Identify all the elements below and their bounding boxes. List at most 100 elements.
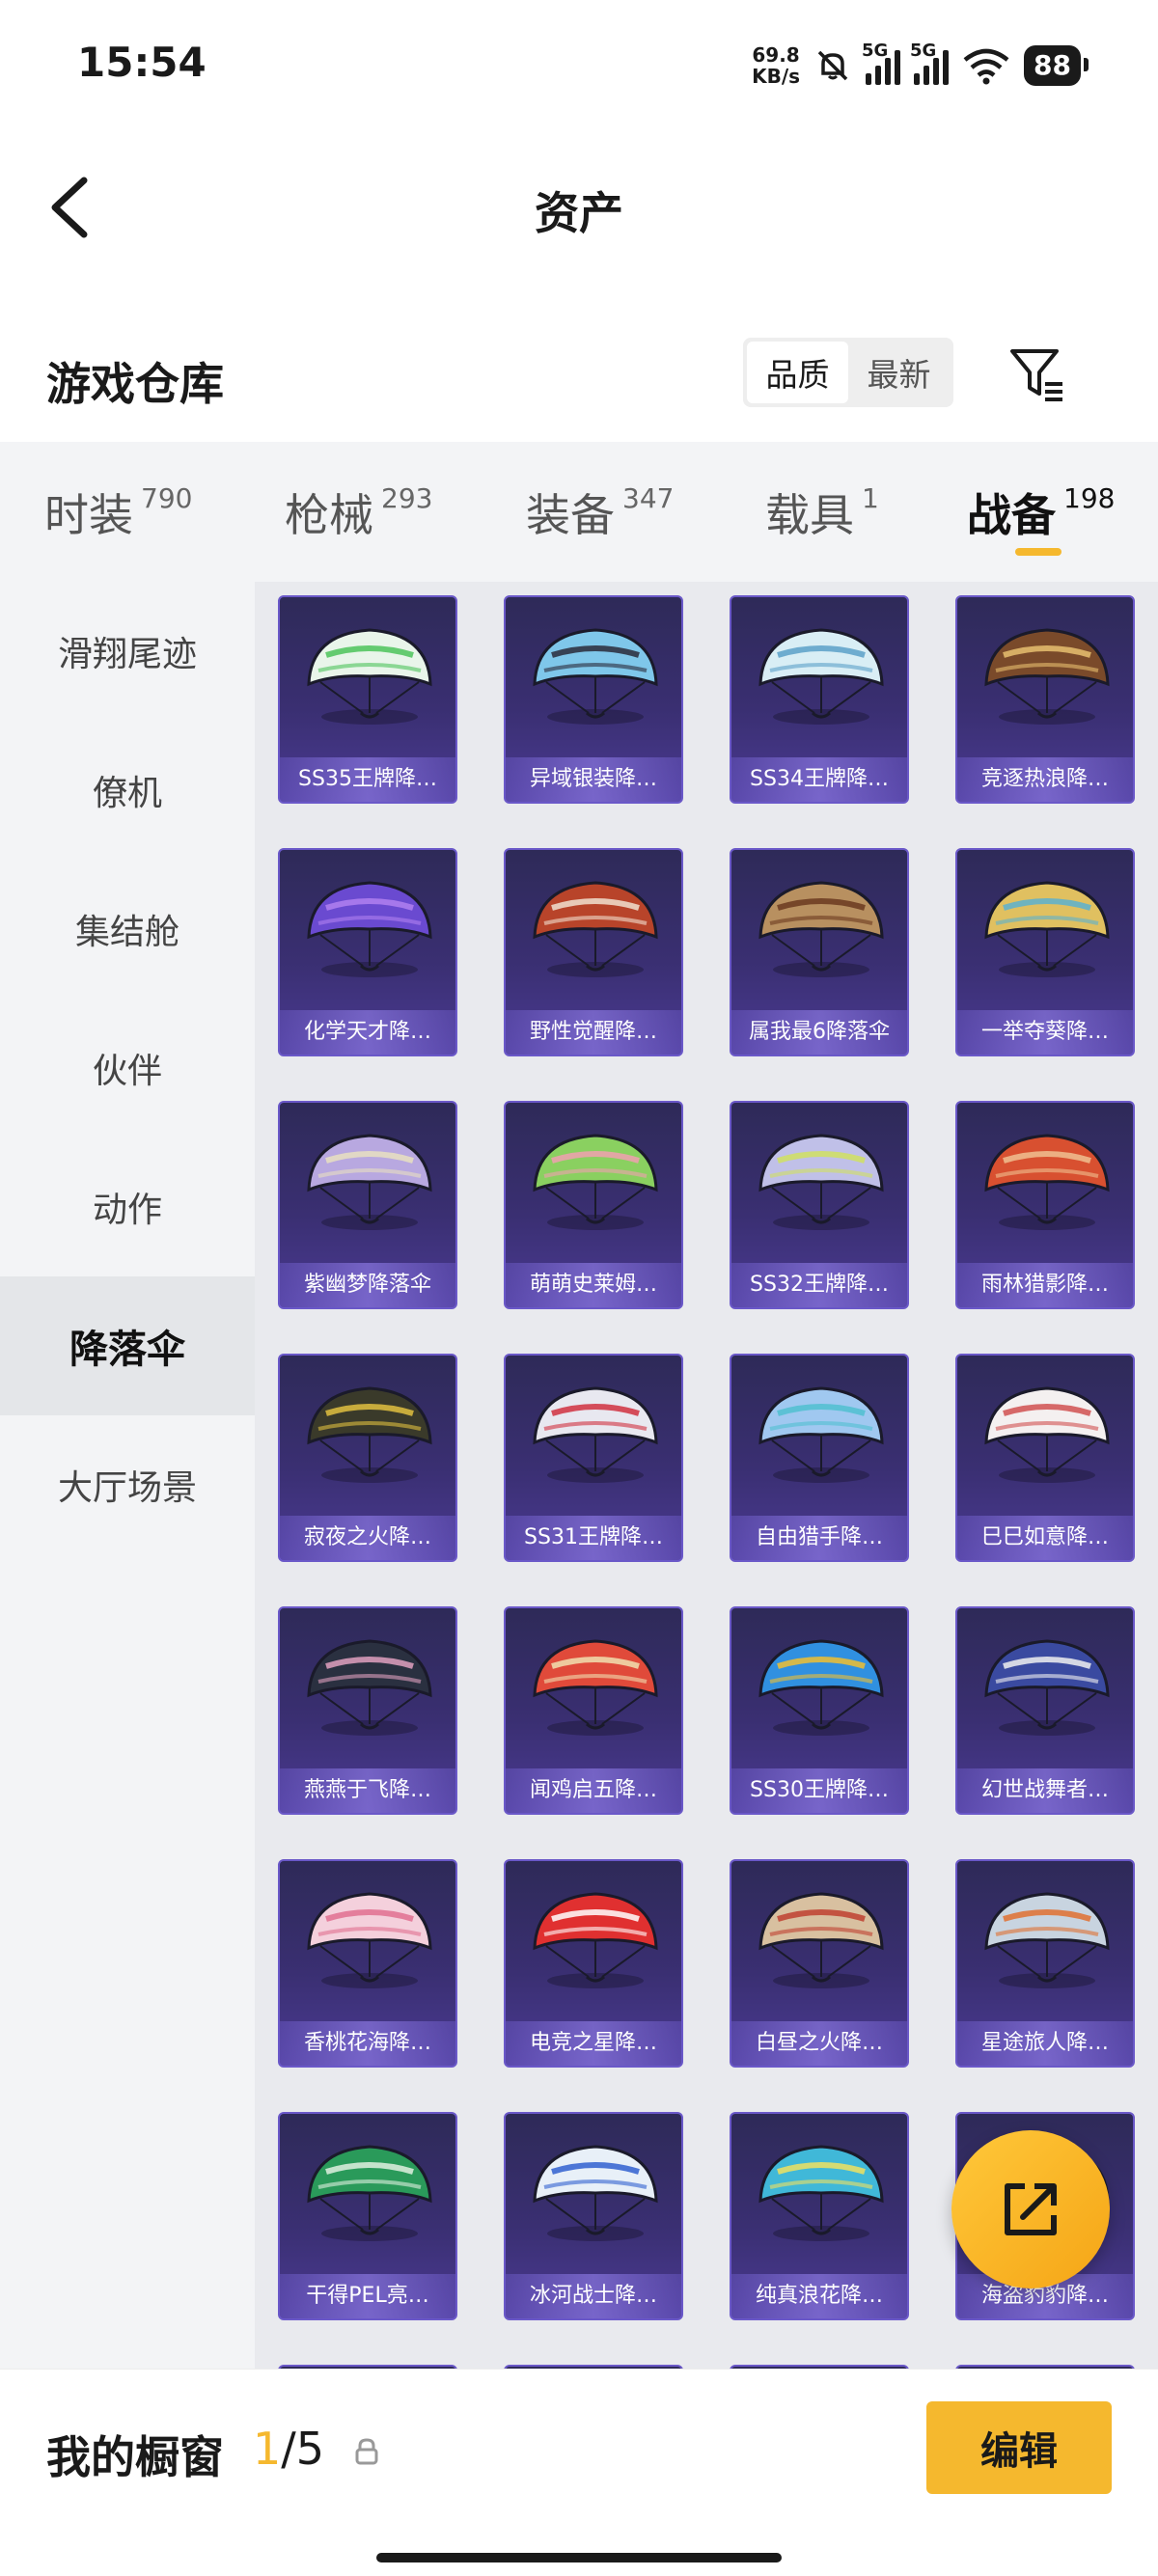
parachute-card[interactable]: 雨林猎影降… <box>955 1101 1135 1309</box>
parachute-icon <box>533 628 658 725</box>
wifi-icon <box>963 48 1009 85</box>
parachute-card[interactable]: 星途旅人降… <box>955 1859 1135 2068</box>
system-nav-bar <box>0 2523 1158 2576</box>
parachute-name: 野性觉醒降… <box>506 1010 681 1055</box>
tab-battle-gear[interactable]: 战备 198 <box>967 480 1115 544</box>
showcase-separator: / <box>281 2423 296 2475</box>
status-time: 15:54 <box>77 39 207 86</box>
parachute-card[interactable]: 紫幽梦降落伞 <box>278 1101 457 1309</box>
parachute-card[interactable]: 幻世战舞者… <box>955 1606 1135 1815</box>
parachute-card[interactable]: SS35王牌降… <box>278 595 457 804</box>
parachute-icon <box>758 1386 884 1483</box>
parachute-icon <box>984 628 1110 725</box>
parachute-card[interactable]: 燕燕于飞降… <box>278 1606 457 1815</box>
network-speed-unit: KB/s <box>752 65 801 88</box>
parachute-name: 星途旅人降… <box>957 2021 1133 2066</box>
parachute-icon <box>533 2145 658 2241</box>
parachute-icon <box>758 628 884 725</box>
parachute-card[interactable]: 属我最6降落伞 <box>730 848 909 1056</box>
parachute-card[interactable]: 闻鸡启五降… <box>504 1606 683 1815</box>
sidebar-item-lobby-scene[interactable]: 大厅场景 <box>0 1415 255 1554</box>
home-indicator[interactable] <box>376 2553 782 2562</box>
parachute-card[interactable]: SS32王牌降… <box>730 1101 909 1309</box>
parachute-icon <box>984 1386 1110 1483</box>
signal-icon-1: 5G <box>862 41 901 85</box>
signal-icon-2: 5G <box>910 41 950 85</box>
parachute-name: 属我最6降落伞 <box>731 1010 907 1055</box>
parachute-card[interactable]: 化学天才降… <box>278 848 457 1056</box>
parachute-name: 紫幽梦降落伞 <box>280 1263 455 1307</box>
parachute-card[interactable]: 异域银装降… <box>504 595 683 804</box>
share-fab-button[interactable] <box>951 2130 1110 2288</box>
page-title: 资产 <box>535 187 623 239</box>
parachute-card[interactable]: 一举夺葵降… <box>955 848 1135 1056</box>
tab-label: 装备 <box>526 489 615 541</box>
filter-button[interactable] <box>999 336 1076 413</box>
title-bar: 资产 <box>0 130 1158 289</box>
tab-count: 1 <box>862 482 879 514</box>
sidebar-item-glide-trail[interactable]: 滑翔尾迹 <box>0 582 255 721</box>
sidebar-item-assembly-pod[interactable]: 集结舱 <box>0 860 255 999</box>
external-link-icon <box>1005 2183 1057 2235</box>
parachute-card[interactable]: SS34王牌降… <box>730 595 909 804</box>
parachute-icon <box>758 1134 884 1230</box>
parachute-name: 巳巳如意降… <box>957 1516 1133 1560</box>
parachute-icon <box>758 2145 884 2241</box>
tab-vehicles[interactable]: 载具 1 <box>765 480 879 544</box>
parachute-card[interactable]: 白昼之火降… <box>730 1859 909 2068</box>
edit-button[interactable]: 编辑 <box>926 2401 1112 2494</box>
parachute-card[interactable]: 纯真浪花降… <box>730 2112 909 2320</box>
parachute-icon <box>984 881 1110 977</box>
parachute-icon <box>533 1134 658 1230</box>
bottom-bar: 我的橱窗 1/5 编辑 <box>0 2369 1158 2523</box>
tab-label: 时装 <box>44 489 133 541</box>
sort-option-quality[interactable]: 品质 <box>747 342 848 403</box>
parachute-icon <box>533 1639 658 1736</box>
parachute-card[interactable]: 干得PEL亮… <box>278 2112 457 2320</box>
parachute-name: SS34王牌降… <box>731 757 907 802</box>
sidebar-item-parachute[interactable]: 降落伞 <box>0 1276 255 1415</box>
tab-count: 790 <box>141 482 193 514</box>
parachute-name: SS35王牌降… <box>280 757 455 802</box>
parachute-icon <box>307 1134 432 1230</box>
parachute-name: 冰河战士降… <box>506 2274 681 2318</box>
showcase-count: 1/5 <box>253 2423 324 2475</box>
parachute-card[interactable]: SS30王牌降… <box>730 1606 909 1815</box>
parachute-icon <box>533 1892 658 1988</box>
parachute-icon <box>307 1639 432 1736</box>
parachute-card[interactable]: 萌萌史莱姆… <box>504 1101 683 1309</box>
tab-fashion[interactable]: 时装 790 <box>44 480 192 544</box>
filter-icon <box>1010 349 1062 401</box>
parachute-name: 异域银装降… <box>506 757 681 802</box>
parachute-icon <box>307 2145 432 2241</box>
status-indicators: 69.8 KB/s 5G 5G 88 <box>752 37 1089 95</box>
item-grid: SS35王牌降… 异域银装降… SS34王牌降… 竞逐热浪降… 化学天才降… 野性觉醒降…… <box>255 582 1158 2369</box>
parachute-icon <box>533 1386 658 1483</box>
parachute-card[interactable]: 野性觉醒降… <box>504 848 683 1056</box>
parachute-card[interactable]: 巳巳如意降… <box>955 1354 1135 1562</box>
tab-count: 198 <box>1063 482 1116 514</box>
parachute-name: 纯真浪花降… <box>731 2274 907 2318</box>
sidebar-item-companion[interactable]: 伙伴 <box>0 999 255 1137</box>
parachute-card[interactable]: 自由猎手降… <box>730 1354 909 1562</box>
sidebar-item-wingman[interactable]: 僚机 <box>0 721 255 860</box>
parachute-card[interactable]: 电竞之星降… <box>504 1859 683 2068</box>
tab-guns[interactable]: 枪械 293 <box>285 480 432 544</box>
parachute-card[interactable]: 冰河战士降… <box>504 2112 683 2320</box>
parachute-icon <box>307 881 432 977</box>
parachute-icon <box>758 1639 884 1736</box>
parachute-name: 竞逐热浪降… <box>957 757 1133 802</box>
status-bar: 15:54 69.8 KB/s 5G 5G 88 <box>0 0 1158 130</box>
tab-label: 战备 <box>967 489 1056 541</box>
sidebar-item-emote[interactable]: 动作 <box>0 1137 255 1276</box>
tab-equipment[interactable]: 装备 347 <box>526 480 674 544</box>
parachute-card[interactable]: SS31王牌降… <box>504 1354 683 1562</box>
parachute-card[interactable]: 香桃花海降… <box>278 1859 457 2068</box>
parachute-name: 白昼之火降… <box>731 2021 907 2066</box>
parachute-icon <box>758 1892 884 1988</box>
sort-option-newest[interactable]: 最新 <box>848 342 950 403</box>
parachute-card[interactable]: 寂夜之火降… <box>278 1354 457 1562</box>
parachute-card[interactable]: 竞逐热浪降… <box>955 595 1135 804</box>
parachute-name: 燕燕于飞降… <box>280 1768 455 1813</box>
parachute-name: 自由猎手降… <box>731 1516 907 1560</box>
